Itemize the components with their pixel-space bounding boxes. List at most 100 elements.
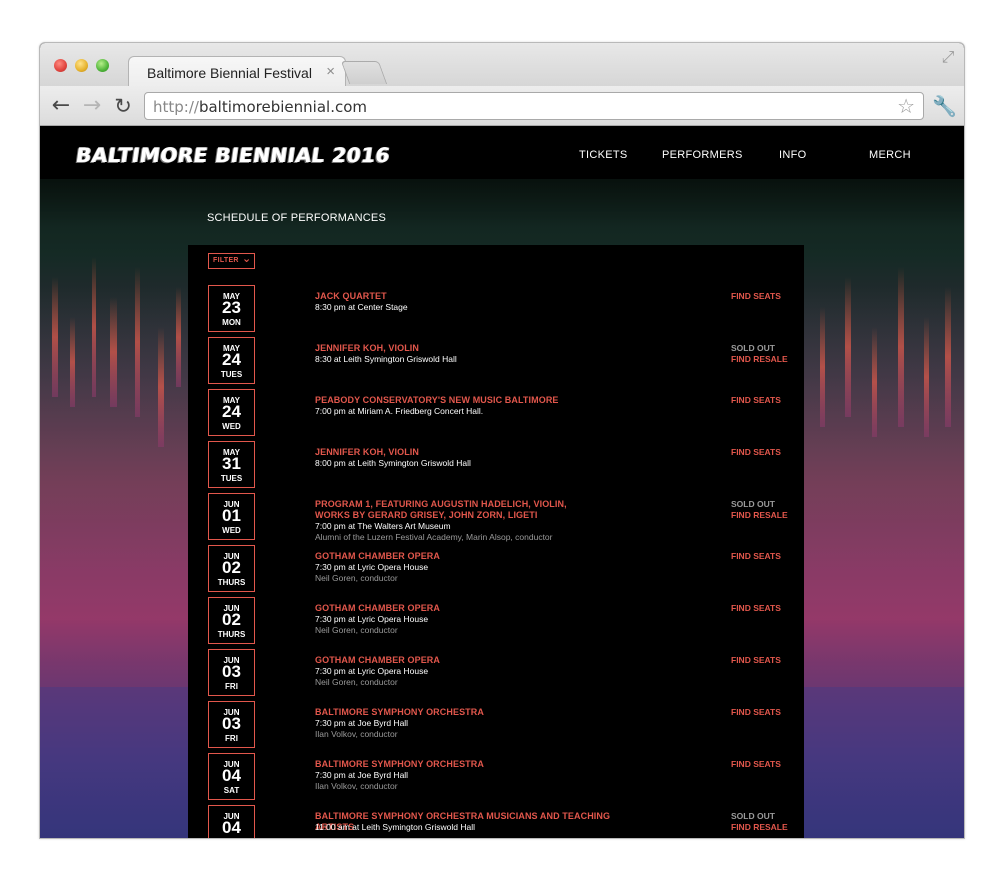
tab-title: Baltimore Biennial Festival xyxy=(147,65,312,81)
site-header: BALTIMORE BIENNIAL 2016 TICKETS PERFORME… xyxy=(40,127,964,179)
close-window-button[interactable] xyxy=(54,59,67,72)
event-date-box: MAY 24 TUES xyxy=(208,337,255,384)
schedule-panel: FILTER ⌄ MAY 23 MON JACK QUARTET 8:30 pm at … xyxy=(188,245,804,838)
event-date-box: JUN 01 WED xyxy=(208,493,255,540)
nav-tickets[interactable]: TICKETS xyxy=(579,149,628,161)
event-row: JUN 02 THURS GOTHAM CHAMBER OPERA 7:30 pm at… xyxy=(188,545,804,597)
event-row: JUN 03 FRI BALTIMORE SYMPHONY ORCHESTRA 7:30… xyxy=(188,701,804,753)
find-seats-link[interactable]: FIND SEATS xyxy=(731,707,781,717)
event-weekday: MON xyxy=(222,318,241,327)
event-row: JUN 03 FRI GOTHAM CHAMBER OPERA 7:30 pm at L… xyxy=(188,649,804,701)
fullscreen-icon[interactable]: ⤢ xyxy=(938,48,958,68)
event-row: JUN 04 BALTIMORE SYMPHONY ORCHESTRA MUSICI… xyxy=(188,805,804,838)
event-title[interactable]: PROGRAM 1, FEATURING AUGUSTIN HADELICH, … xyxy=(315,499,635,521)
event-conductor: Alumni of the Luzern Festival Academy, M… xyxy=(315,532,553,542)
event-title-line[interactable]: BALTIMORE SYMPHONY ORCHESTRA xyxy=(315,707,635,718)
event-day: 01 xyxy=(222,506,241,525)
event-row: MAY 23 MON JACK QUARTET 8:30 pm at Center St… xyxy=(188,285,804,337)
nav-merch[interactable]: MERCH xyxy=(869,149,911,161)
event-conductor: Neil Goren, conductor xyxy=(315,677,398,687)
reload-icon[interactable]: ↻ xyxy=(111,94,135,118)
address-bar[interactable]: http://baltimorebiennial.com ☆ xyxy=(144,92,924,120)
event-title[interactable]: JENNIFER KOH, VIOLIN xyxy=(315,447,635,458)
tab-close-icon[interactable]: × xyxy=(326,63,335,80)
event-title[interactable]: GOTHAM CHAMBER OPERA xyxy=(315,551,635,562)
zoom-window-button[interactable] xyxy=(96,59,109,72)
event-venue-time: 7:30 pm at Lyric Opera House xyxy=(315,666,429,676)
bookmark-star-icon[interactable]: ☆ xyxy=(897,94,915,118)
event-row: JUN 04 SAT BALTIMORE SYMPHONY ORCHESTRA 7:30… xyxy=(188,753,804,805)
find-resale-link[interactable]: FIND RESALE xyxy=(731,510,788,520)
find-seats-link[interactable]: FIND SEATS xyxy=(731,759,781,769)
event-date-box: JUN 04 xyxy=(208,805,255,838)
event-date-box: JUN 02 THURS xyxy=(208,545,255,592)
event-day: 04 xyxy=(222,818,241,837)
event-venue-time: 7:30 pm at Lyric Opera House xyxy=(315,614,429,624)
url-protocol: http:// xyxy=(153,98,199,116)
event-weekday: FRI xyxy=(225,734,238,743)
event-weekday: TUES xyxy=(220,370,243,379)
event-venue-time: 8:30 pm at Center Stage xyxy=(315,302,408,312)
event-title[interactable]: GOTHAM CHAMBER OPERA xyxy=(315,603,635,614)
find-seats-link[interactable]: FIND SEATS xyxy=(731,655,781,665)
sold-out-status: SOLD OUT xyxy=(731,811,775,821)
find-seats-link[interactable]: FIND SEATS xyxy=(731,395,781,405)
event-title-line[interactable]: JENNIFER KOH, VIOLIN xyxy=(315,343,635,354)
title-bar: Baltimore Biennial Festival × ⤢ xyxy=(40,43,964,87)
event-title[interactable]: JACK QUARTET xyxy=(315,291,635,302)
site-logo[interactable]: BALTIMORE BIENNIAL 2016 xyxy=(74,143,391,167)
event-title[interactable]: BALTIMORE SYMPHONY ORCHESTRA xyxy=(315,707,635,718)
wrench-icon[interactable]: 🔧 xyxy=(932,94,957,118)
event-day: 04 xyxy=(222,766,241,785)
browser-toolbar: ← → ↻ http://baltimorebiennial.com ☆ 🔧 xyxy=(40,86,964,126)
url-text: http://baltimorebiennial.com xyxy=(153,98,367,116)
event-date-box: JUN 04 SAT xyxy=(208,753,255,800)
event-row: JUN 02 THURS GOTHAM CHAMBER OPERA 7:30 pm at… xyxy=(188,597,804,649)
event-weekday: FRI xyxy=(225,682,238,691)
event-date-box: MAY 24 WED xyxy=(208,389,255,436)
event-row: JUN 01 WED PROGRAM 1, FEATURING AUGUSTIN HA… xyxy=(188,493,804,545)
chevron-down-icon: ⌄ xyxy=(242,252,252,265)
event-title-line[interactable]: GOTHAM CHAMBER OPERA xyxy=(315,551,635,562)
event-title-line[interactable]: JACK QUARTET xyxy=(315,291,635,302)
filter-button[interactable]: FILTER ⌄ xyxy=(208,252,255,269)
forward-arrow-icon[interactable]: → xyxy=(80,94,104,118)
event-title[interactable]: PEABODY CONSERVATORY'S NEW MUSIC BALTIMO… xyxy=(315,395,635,406)
find-resale-link[interactable]: FIND RESALE xyxy=(731,354,788,364)
event-title-line[interactable]: GOTHAM CHAMBER OPERA xyxy=(315,655,635,666)
event-day: 31 xyxy=(222,454,241,473)
nav-info[interactable]: INFO xyxy=(779,149,806,161)
event-weekday: THURS xyxy=(217,578,246,587)
browser-tab[interactable]: Baltimore Biennial Festival × xyxy=(128,56,346,87)
event-venue-time: 8:30 at Leith Symington Griswold Hall xyxy=(315,354,457,364)
event-title-line[interactable]: JENNIFER KOH, VIOLIN xyxy=(315,447,635,458)
event-row: MAY 24 WED PEABODY CONSERVATORY'S NEW MUSIC… xyxy=(188,389,804,441)
find-seats-link[interactable]: FIND SEATS xyxy=(731,291,781,301)
event-title-line[interactable]: PROGRAM 1, FEATURING AUGUSTIN HADELICH, … xyxy=(315,499,635,510)
sold-out-status: SOLD OUT xyxy=(731,499,775,509)
event-title[interactable]: BALTIMORE SYMPHONY ORCHESTRA xyxy=(315,759,635,770)
event-venue-time: 7:30 pm at Joe Byrd Hall xyxy=(315,718,409,728)
event-day: 24 xyxy=(222,402,241,421)
find-seats-link[interactable]: FIND SEATS xyxy=(731,447,781,457)
event-title[interactable]: JENNIFER KOH, VIOLIN xyxy=(315,343,635,354)
find-seats-link[interactable]: FIND SEATS xyxy=(731,603,781,613)
event-title[interactable]: GOTHAM CHAMBER OPERA xyxy=(315,655,635,666)
event-title-line[interactable]: BALTIMORE SYMPHONY ORCHESTRA xyxy=(315,759,635,770)
event-venue-time: 7:30 pm at Lyric Opera House xyxy=(315,562,429,572)
event-row: MAY 31 TUES JENNIFER KOH, VIOLIN 8:00 pm at … xyxy=(188,441,804,493)
event-row: MAY 24 TUES JENNIFER KOH, VIOLIN 8:30 at Lei… xyxy=(188,337,804,389)
find-seats-link[interactable]: FIND SEATS xyxy=(731,551,781,561)
nav-performers[interactable]: PERFORMERS xyxy=(662,149,743,161)
event-title-line[interactable]: WORKS BY GERARD GRISEY, JOHN ZORN, LIGET… xyxy=(315,510,635,521)
back-arrow-icon[interactable]: ← xyxy=(49,94,73,118)
event-day: 24 xyxy=(222,350,241,369)
new-tab-button[interactable] xyxy=(340,61,388,84)
event-title-line[interactable]: PEABODY CONSERVATORY'S NEW MUSIC BALTIMO… xyxy=(315,395,635,406)
find-resale-link[interactable]: FIND RESALE xyxy=(731,822,788,832)
event-date-box: JUN 03 FRI xyxy=(208,649,255,696)
minimize-window-button[interactable] xyxy=(75,59,88,72)
event-title-line[interactable]: GOTHAM CHAMBER OPERA xyxy=(315,603,635,614)
event-conductor: Neil Goren, conductor xyxy=(315,573,398,583)
url-host: baltimorebiennial.com xyxy=(198,98,367,116)
